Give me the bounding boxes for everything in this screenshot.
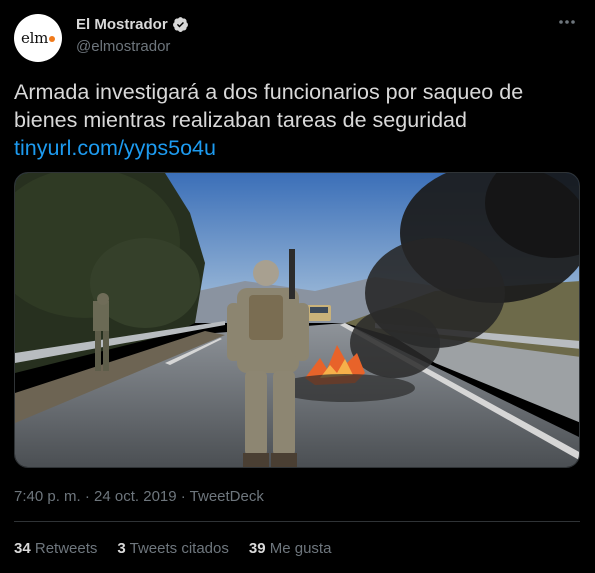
handle[interactable]: @elmostrador xyxy=(76,38,170,55)
tweet-text: Armada investigará a dos funcionarios po… xyxy=(14,80,524,132)
author-name-row: El Mostrador xyxy=(76,16,189,33)
avatar[interactable]: elm xyxy=(14,14,62,62)
divider xyxy=(14,521,580,522)
avatar-logo: elm xyxy=(21,29,55,47)
quotes-label: Tweets citados xyxy=(129,540,229,557)
quotes-count: 3 xyxy=(117,540,126,557)
retweets-label: Retweets xyxy=(34,540,98,557)
verified-badge-icon xyxy=(172,17,188,32)
tweet-stats: 34 Retweets 3 Tweets citados 39 Me gusta xyxy=(14,540,351,557)
display-name[interactable]: El Mostrador xyxy=(76,16,168,33)
likes-stat[interactable]: 39 Me gusta xyxy=(249,540,332,557)
tweet-timestamp[interactable]: 7:40 p. m. · 24 oct. 2019 · TweetDeck xyxy=(14,488,264,505)
likes-label: Me gusta xyxy=(269,540,332,557)
more-options-icon[interactable] xyxy=(557,12,577,32)
likes-count: 39 xyxy=(248,540,266,557)
photo-illustration xyxy=(15,173,579,467)
tweet-link[interactable]: tinyurl.com/yyps5o4u xyxy=(14,134,216,162)
retweets-count: 34 xyxy=(14,540,31,557)
tweet-photo[interactable] xyxy=(14,172,580,468)
quotes-stat[interactable]: 3 Tweets citados xyxy=(117,540,228,557)
tweet-card: elm El Mostrador @elmostrador Armada inv… xyxy=(0,0,595,573)
retweets-stat[interactable]: 34 Retweets xyxy=(14,540,97,557)
